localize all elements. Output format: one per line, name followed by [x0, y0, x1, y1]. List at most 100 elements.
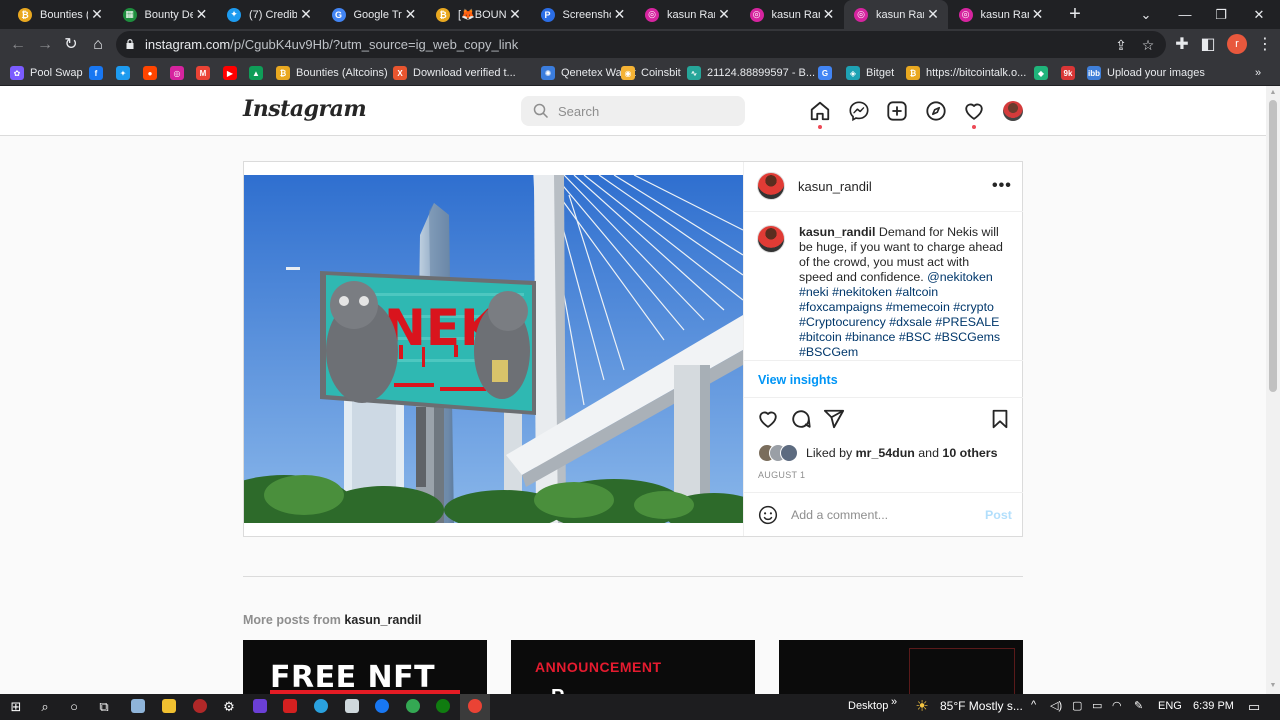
notepad-icon[interactable]	[345, 699, 359, 713]
scroll-up-arrow-icon[interactable]: ▲	[1269, 89, 1277, 97]
xbox-icon[interactable]	[436, 699, 450, 713]
search-icon[interactable]: ⌕	[35, 697, 55, 717]
tab-search-chevron-icon[interactable]: ⌄	[1126, 0, 1166, 29]
comment-bubble-icon[interactable]	[790, 408, 812, 430]
close-tab-icon[interactable]: ✕	[506, 6, 524, 23]
clock-time[interactable]: 6:39 PM	[1193, 700, 1234, 712]
media-app-icon[interactable]	[253, 699, 267, 713]
explore-compass-icon[interactable]	[925, 100, 947, 122]
close-tab-icon[interactable]: ✕	[402, 6, 420, 23]
close-tab-icon[interactable]: ✕	[1029, 6, 1047, 23]
bookmark-star-icon[interactable]: ☆	[1138, 35, 1158, 55]
bookmark-item[interactable]: ◉ Coinsbit	[621, 64, 681, 82]
more-post-thumbnail[interactable]	[779, 640, 1023, 694]
browser-tab[interactable]: ▦ Bounty Details✕	[113, 0, 217, 29]
toolbar-chevron-icon[interactable]: »	[891, 696, 897, 708]
new-post-icon[interactable]	[886, 100, 908, 122]
scroll-down-arrow-icon[interactable]: ▼	[1269, 682, 1277, 690]
side-panel-icon[interactable]: ◧	[1196, 33, 1220, 57]
bookmark-item[interactable]: ▶	[223, 64, 237, 82]
post-image[interactable]: NEKI	[244, 175, 743, 523]
author-username[interactable]: kasun_randil	[798, 179, 872, 194]
bookmark-item[interactable]: 9k	[1061, 64, 1075, 82]
close-tab-icon[interactable]: ✕	[715, 6, 733, 23]
back-arrow-icon[interactable]: ←	[6, 33, 30, 57]
bookmark-item[interactable]: ◈ Bitget	[846, 64, 894, 82]
browser-tab[interactable]: ₿ [🦊BOUNTY✕	[426, 0, 530, 29]
browser-tab[interactable]: ◎ kasun Randil✕	[635, 0, 739, 29]
more-posts-username[interactable]: kasun_randil	[344, 613, 421, 627]
bookmark-item[interactable]: f	[89, 64, 103, 82]
browser-tab[interactable]: G Google Translate✕	[322, 0, 426, 29]
maximize-button[interactable]: ❐	[1201, 0, 1241, 29]
more-bookmarks-chevron-icon[interactable]: »	[1255, 64, 1261, 82]
comment-input[interactable]: Add a comment...	[791, 508, 888, 522]
reload-icon[interactable]: ↻	[59, 33, 83, 57]
forward-arrow-icon[interactable]: →	[33, 33, 57, 57]
cortana-circle-icon[interactable]: ○	[64, 697, 84, 717]
home-icon[interactable]	[809, 100, 831, 122]
bookmark-item[interactable]: G	[818, 64, 832, 82]
like-heart-icon[interactable]	[757, 408, 779, 430]
browser-tab[interactable]: ◎ kasun Randil✕	[740, 0, 844, 29]
save-bookmark-icon[interactable]	[989, 408, 1011, 430]
file-explorer-icon[interactable]	[162, 699, 176, 713]
close-tab-icon[interactable]: ✕	[88, 6, 106, 23]
address-bar[interactable]: instagram.com/p/CgubK4uv9Hb/?utm_source=…	[116, 31, 1166, 58]
caption-avatar[interactable]	[757, 225, 785, 253]
more-post-thumbnail[interactable]: FREE NFT	[243, 640, 487, 694]
app-icon[interactable]	[131, 699, 145, 713]
bookmark-item[interactable]: ₿ Bounties (Altcoins)	[276, 64, 388, 82]
settings-gear-icon[interactable]: ⚙	[219, 697, 239, 717]
liker-avatars[interactable]	[758, 444, 804, 462]
home-icon[interactable]: ⌂	[86, 33, 110, 57]
profile-avatar[interactable]: r	[1227, 34, 1247, 54]
chrome-icon[interactable]	[406, 699, 420, 713]
bookmark-item[interactable]: ◆	[1034, 64, 1048, 82]
close-tab-icon[interactable]: ✕	[297, 6, 315, 23]
bookmark-item[interactable]: ✿ Pool Swap	[10, 64, 83, 82]
caption-username[interactable]: kasun_randil	[799, 225, 875, 239]
view-insights-link[interactable]: View insights	[758, 373, 838, 387]
more-options-icon[interactable]: •••	[992, 177, 1012, 195]
bookmark-item[interactable]: ✦	[116, 64, 130, 82]
messenger-icon[interactable]	[848, 100, 870, 122]
liked-by-others[interactable]: 10 others	[942, 446, 997, 460]
bookmark-item[interactable]: ∿ 21124.88899597 - B...	[687, 64, 815, 82]
volume-icon[interactable]: ◁)	[1050, 699, 1062, 712]
page-scrollbar[interactable]: ▲ ▼	[1266, 86, 1280, 694]
pen-icon[interactable]: ✎	[1134, 699, 1143, 712]
notifications-icon[interactable]: ▭	[1244, 697, 1264, 717]
task-view-icon[interactable]: ⧉	[94, 697, 114, 717]
windows-start-icon[interactable]: ⊞	[6, 697, 26, 717]
app-icon[interactable]	[283, 699, 297, 713]
chrome-icon[interactable]	[468, 699, 482, 713]
bookmark-item[interactable]: ₿ https://bitcointalk.o...	[906, 64, 1026, 82]
browser-tab[interactable]: ₿ Bounties (Altcoins)✕	[8, 0, 112, 29]
close-tab-icon[interactable]: ✕	[820, 6, 838, 23]
search-input[interactable]: Search	[521, 96, 745, 126]
minimize-button[interactable]: —	[1165, 0, 1205, 29]
share-send-icon[interactable]	[823, 408, 845, 430]
wifi-icon[interactable]: ◠	[1112, 699, 1122, 712]
bookmark-item[interactable]: ▲	[249, 64, 263, 82]
liked-by-user[interactable]: mr_54dun	[856, 446, 915, 460]
share-icon[interactable]: ⇪	[1111, 35, 1131, 55]
close-tab-icon[interactable]: ✕	[924, 6, 942, 23]
post-comment-button[interactable]: Post	[985, 508, 1012, 522]
bookmark-item[interactable]: ibb Upload your images	[1087, 64, 1205, 82]
weather-text[interactable]: 85°F Mostly s...	[940, 699, 1023, 713]
bookmark-item[interactable]: ◎	[170, 64, 184, 82]
post-date[interactable]: AUGUST 1	[758, 470, 805, 480]
instagram-logo[interactable]: Instagram	[243, 96, 367, 122]
activity-heart-icon[interactable]	[963, 100, 985, 122]
browser-tab[interactable]: ✦ (7) Credible✕	[217, 0, 321, 29]
profile-avatar[interactable]	[1003, 101, 1023, 121]
scrollbar-thumb[interactable]	[1269, 100, 1277, 392]
meet-icon[interactable]: ▢	[1072, 699, 1082, 712]
more-post-thumbnail[interactable]: ANNOUNCEMENT P	[511, 640, 755, 694]
menu-kebab-icon[interactable]: ⋮	[1253, 33, 1277, 57]
browser-tab[interactable]: P Screenshot✕	[531, 0, 635, 29]
bookmark-item[interactable]: ●	[143, 64, 157, 82]
close-tab-icon[interactable]: ✕	[611, 6, 629, 23]
